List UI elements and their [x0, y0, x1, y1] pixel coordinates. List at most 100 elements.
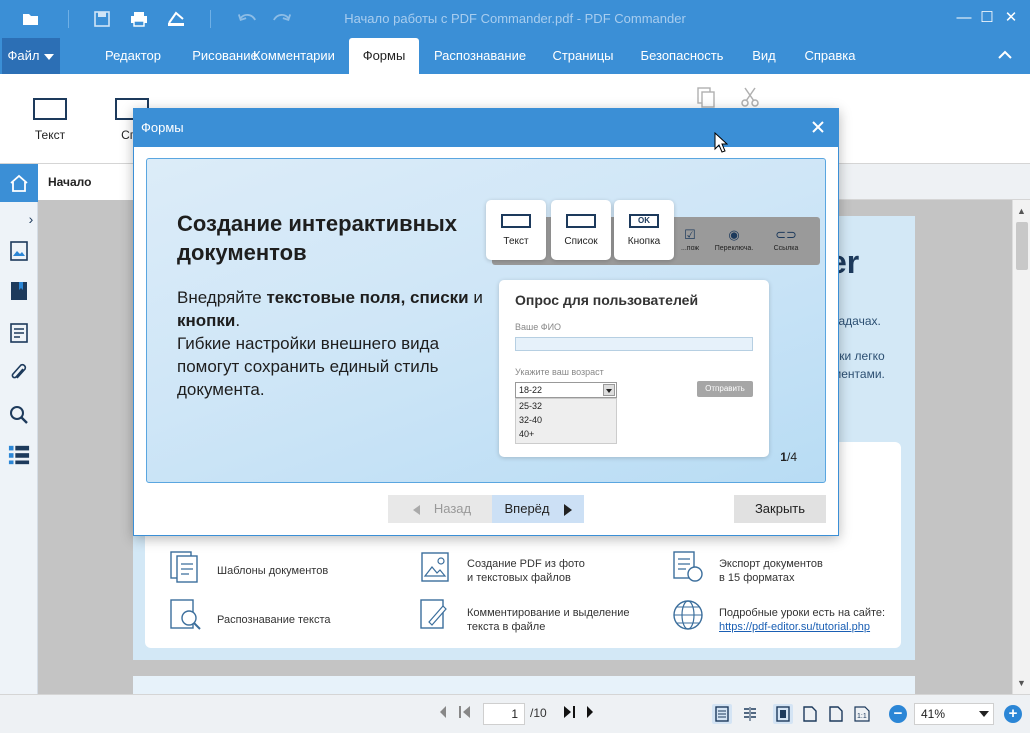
maximize-button[interactable]: ☐ — [977, 8, 997, 28]
close-window-button[interactable]: ✕ — [1001, 8, 1021, 28]
survey-age-selected: 18-22 — [519, 385, 543, 395]
search-icon[interactable] — [8, 404, 30, 426]
attachment-icon[interactable] — [8, 362, 30, 384]
globe-icon — [671, 598, 705, 632]
fit-page-icon[interactable] — [773, 704, 793, 724]
illustration-radio-tool: ◉ Переключа. — [709, 227, 759, 252]
menu-view[interactable]: Вид — [740, 38, 788, 74]
menu-bar: Файл Редактор Рисование Комментарии Форм… — [0, 38, 1030, 74]
svg-text:1:1: 1:1 — [857, 713, 867, 720]
menu-help[interactable]: Справка — [796, 38, 864, 74]
forms-dialog: Формы Создание интерактивных документов … — [133, 108, 839, 536]
slide-heading: Создание интерактивных документов — [177, 209, 487, 267]
actual-size-icon[interactable] — [826, 704, 846, 724]
illustration-sign-tool: ☑ ...пож — [665, 227, 715, 252]
menu-editor[interactable]: Редактор — [88, 38, 178, 74]
back-button[interactable]: Назад — [388, 495, 496, 523]
survey-age-options: 25-32 32-40 40+ — [515, 398, 617, 444]
forward-button-label: Вперёд — [504, 501, 550, 516]
menu-recognition[interactable]: Распознавание — [425, 38, 535, 74]
illustration-radio-label: Переключа. — [714, 245, 754, 252]
zoom-out-button[interactable]: − — [889, 705, 907, 723]
slide-counter-total: /4 — [786, 450, 797, 464]
illustration-list-label: Список — [564, 236, 598, 247]
feature-tutorials: Подробные уроки есть на сайте: — [719, 607, 886, 619]
image-icon[interactable] — [8, 240, 30, 262]
illustration-link-label: Ссылка — [773, 245, 799, 252]
comment-icon — [419, 598, 453, 632]
dialog-title-bar: Формы — [134, 109, 838, 147]
forward-button[interactable]: Вперёд — [492, 495, 584, 523]
slide-body-bold: текстовые поля, — [266, 288, 406, 307]
two-page-view-icon[interactable] — [740, 704, 760, 724]
text-field-icon — [33, 98, 67, 120]
illustration-button-label: Кнопка — [627, 236, 661, 247]
menu-pages[interactable]: Страницы — [543, 38, 623, 74]
close-button[interactable]: Закрыть — [734, 495, 826, 523]
scroll-up-icon[interactable]: ▲ — [1017, 206, 1026, 216]
slide-body-text: . — [235, 311, 241, 330]
tab-document[interactable]: Начало работы — [38, 164, 138, 225]
survey-illustration: Опрос для пользователей Ваше ФИО Укажите… — [499, 280, 769, 457]
menu-security[interactable]: Безопасность — [632, 38, 732, 74]
zoom-level-select[interactable]: 41% — [914, 703, 994, 725]
survey-age-label: Укажите ваш возраст — [515, 367, 604, 377]
illustration-link-tool: ⊂⊃ Ссылка — [761, 227, 811, 252]
slide-body-text: и — [468, 288, 483, 307]
page-text-line: ментами. — [833, 367, 885, 381]
zoom-level-value: 41% — [921, 707, 946, 721]
scrollbar-thumb[interactable] — [1016, 222, 1028, 270]
survey-name-field — [515, 337, 753, 351]
slide-counter-current: 1 — [780, 450, 787, 464]
bookmark-icon[interactable] — [8, 280, 30, 302]
feature-export: Экспорт документов в 15 форматах — [719, 558, 823, 584]
thumbnails-list-icon[interactable] — [8, 444, 30, 466]
radio-icon: ◉ — [728, 227, 740, 242]
page-number-input[interactable]: 1 — [483, 703, 525, 725]
form-fields-icon[interactable] — [8, 322, 30, 344]
slide-body-bold: списки — [410, 288, 469, 307]
slide-heading-text: Создание интерактивных документов — [177, 211, 457, 265]
menu-forms[interactable]: Формы — [349, 38, 419, 74]
arrow-left-icon — [412, 504, 420, 515]
text-field-tool[interactable]: Текст — [20, 98, 80, 142]
survey-age-option: 25-32 — [519, 401, 543, 411]
tutorial-link[interactable]: https://pdf-editor.su/tutorial.php — [719, 620, 870, 634]
minimize-button[interactable]: — — [954, 8, 974, 28]
home-icon[interactable] — [0, 164, 38, 202]
dialog-close-button[interactable] — [808, 118, 828, 138]
link-icon: ⊂⊃ — [775, 227, 797, 242]
next-page-icon[interactable] — [585, 705, 595, 722]
survey-title: Опрос для пользователей — [515, 292, 699, 308]
title-bar: Начало работы с PDF Commander.pdf - PDF … — [0, 0, 1030, 38]
feature-ocr: Распознавание текста — [217, 614, 331, 626]
illustration-sign-label: ...пож — [680, 245, 700, 252]
feature-templates: Шаблоны документов — [217, 565, 329, 577]
back-button-label: Назад — [433, 501, 472, 516]
first-page-icon[interactable] — [458, 705, 472, 722]
slide-body-bold: кнопки — [177, 311, 236, 330]
window-title: Начало работы с PDF Commander.pdf - PDF … — [344, 11, 686, 26]
menu-file[interactable]: Файл — [2, 38, 60, 74]
chevron-down-icon — [979, 711, 989, 717]
survey-send-button: Отправить — [697, 381, 753, 397]
templates-icon — [169, 550, 203, 584]
single-page-view-icon[interactable] — [712, 704, 732, 724]
collapse-ribbon-button[interactable] — [980, 38, 1030, 74]
scroll-down-icon[interactable]: ▼ — [1017, 678, 1026, 688]
menu-comments[interactable]: Комментарии — [246, 38, 342, 74]
illustration-text-tool: Текст — [486, 200, 546, 260]
prev-page-icon[interactable] — [438, 705, 448, 722]
text-field-tool-label: Текст — [34, 128, 66, 142]
arrow-right-icon — [563, 503, 572, 516]
checkbox-icon: ☑ — [684, 227, 696, 242]
zoom-in-button[interactable]: + — [1004, 705, 1022, 723]
fit-width-icon[interactable] — [800, 704, 820, 724]
vertical-scrollbar[interactable]: ▲ ▼ — [1012, 200, 1030, 694]
chevron-down-icon — [603, 384, 615, 396]
survey-name-label: Ваше ФИО — [515, 322, 562, 332]
slide-counter: 1/4 — [780, 450, 797, 464]
zoom-100-icon[interactable]: 1:1 — [852, 704, 872, 724]
illustration-text-label: Текст — [503, 236, 529, 247]
last-page-icon[interactable] — [562, 705, 576, 722]
